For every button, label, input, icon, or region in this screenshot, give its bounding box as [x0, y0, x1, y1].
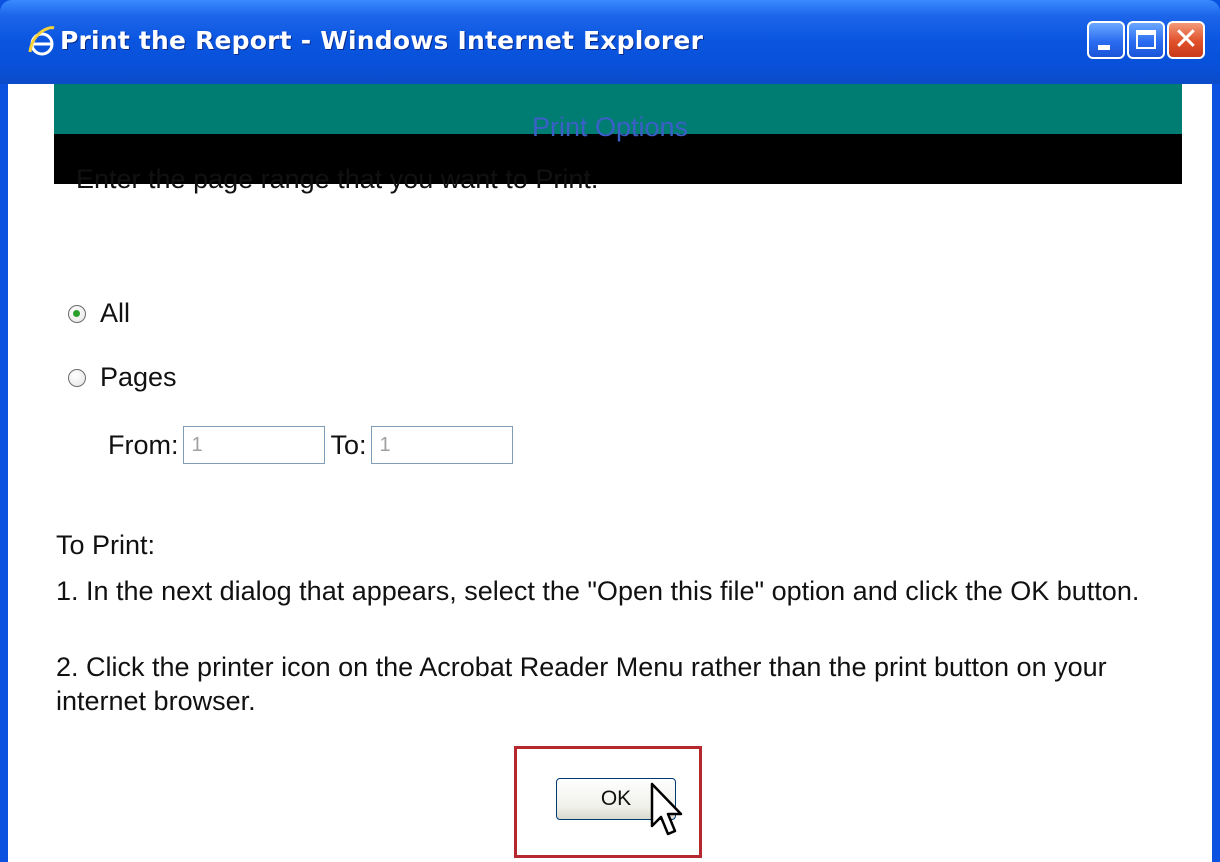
step-2-text: 2. Click the printer icon on the Acrobat… [56, 652, 1107, 716]
radio-all-label: All [100, 298, 131, 328]
radio-option-pages[interactable]: Pages [68, 362, 177, 393]
window-title: Print the Report - Windows Internet Expl… [60, 26, 704, 55]
to-label: To: [330, 429, 367, 460]
close-icon: ✕ [1173, 22, 1199, 57]
minimize-icon [1098, 45, 1110, 50]
print-options-heading: Print Options [531, 112, 689, 142]
minimize-button[interactable] [1087, 21, 1125, 59]
maximize-icon [1136, 30, 1156, 49]
internet-explorer-icon [28, 26, 55, 56]
step-1-text: 1. In the next dialog that appears, sele… [56, 576, 1140, 606]
from-page-input[interactable] [182, 426, 325, 464]
to-print-heading: To Print: [56, 530, 156, 560]
close-button[interactable]: ✕ [1167, 21, 1205, 59]
mouse-pointer-icon [650, 782, 683, 836]
maximize-button[interactable] [1127, 21, 1165, 59]
from-label: From: [108, 429, 179, 460]
to-page-input[interactable] [370, 426, 513, 464]
radio-pages[interactable] [68, 368, 86, 387]
radio-option-all[interactable]: All [68, 298, 130, 329]
page-range-row: From: To: [108, 426, 513, 464]
radio-selected-dot [73, 309, 80, 317]
title-bar[interactable]: Print the Report - Windows Internet Expl… [0, 0, 1220, 84]
radio-pages-label: Pages [100, 362, 177, 392]
radio-all[interactable] [68, 304, 86, 323]
browser-window: Print the Report - Windows Internet Expl… [0, 0, 1220, 862]
page-range-instruction: Enter the page range that you want to Pr… [76, 164, 599, 194]
